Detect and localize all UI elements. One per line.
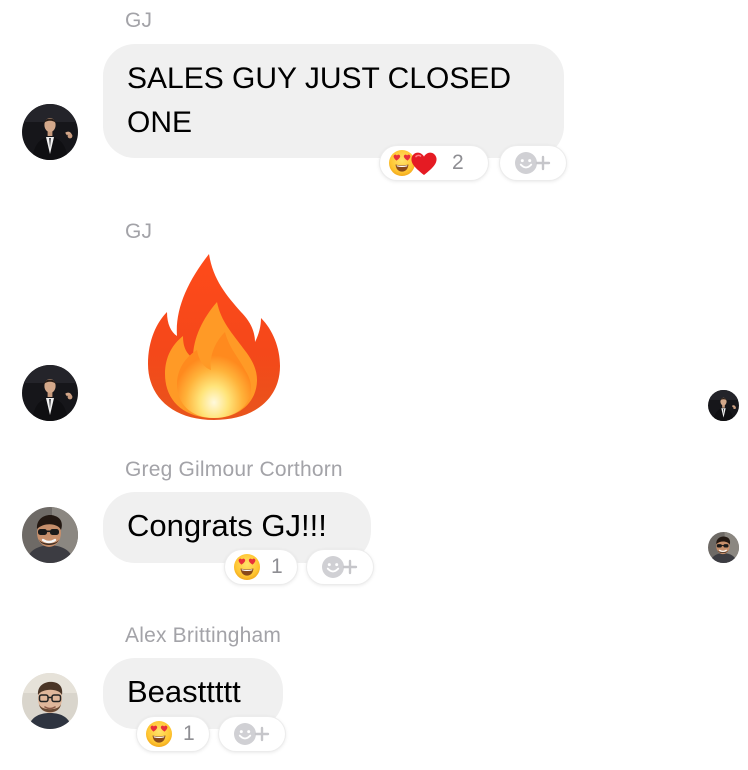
add-reaction-icon: [233, 722, 270, 746]
heart-eyes-emoji: [234, 554, 260, 580]
reaction-summary[interactable]: 2: [380, 146, 488, 180]
avatar[interactable]: [22, 673, 78, 729]
heart-eyes-emoji: [146, 721, 172, 747]
sender-name: Alex Brittingham: [125, 624, 282, 647]
avatar[interactable]: [22, 365, 78, 421]
sender-name: GJ: [125, 220, 153, 243]
reaction-count: 1: [271, 555, 283, 578]
reaction-count: 1: [183, 722, 195, 745]
avatar[interactable]: [22, 104, 78, 160]
avatar[interactable]: [22, 507, 78, 563]
read-receipt-avatar: [708, 532, 739, 563]
add-reaction-icon: [514, 151, 551, 175]
read-receipt-avatar: [708, 390, 739, 421]
sender-name: GJ: [125, 9, 153, 32]
fire-emoji[interactable]: [147, 252, 281, 422]
sender-name: Greg Gilmour Corthorn: [125, 458, 343, 481]
reaction-summary[interactable]: 1: [225, 550, 297, 584]
message-bubble[interactable]: SALES GUY JUST CLOSED ONE: [103, 44, 564, 158]
add-reaction-icon: [321, 555, 358, 579]
red-heart-emoji: [410, 151, 438, 176]
add-reaction-button[interactable]: [219, 717, 285, 751]
reaction-summary[interactable]: 1: [137, 717, 209, 751]
add-reaction-button[interactable]: [500, 146, 566, 180]
add-reaction-button[interactable]: [307, 550, 373, 584]
reaction-count: 2: [452, 151, 464, 174]
